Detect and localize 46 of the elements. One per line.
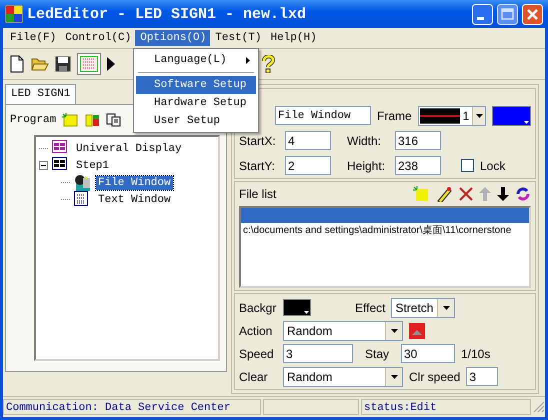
stay-label: Stay	[365, 346, 390, 360]
action-label: Action	[239, 324, 274, 338]
tree-item[interactable]: Text Window	[96, 192, 173, 206]
menu-item[interactable]: Help(H)	[265, 30, 321, 46]
tree-item[interactable]: Univeral Display	[74, 142, 184, 156]
name-field[interactable]: File Window	[275, 106, 371, 125]
starty-label: StartY:	[239, 158, 276, 172]
frame-label: Frame	[377, 108, 412, 122]
stay-field[interactable]: 30	[401, 344, 455, 363]
height-label: Height:	[347, 158, 386, 172]
width-label: Width:	[347, 134, 382, 148]
unit-label: 1/10s	[461, 346, 490, 360]
file-row[interactable]: c:\documents and settings\administrator\桌面\11\cornerstone	[241, 223, 529, 238]
tree-item[interactable]: Step1	[74, 158, 112, 172]
effect-label: Effect	[355, 300, 386, 314]
lock-label: Lock	[480, 158, 506, 172]
background-label: Backgr	[239, 300, 277, 314]
menu-item[interactable]: Options(O)	[135, 30, 210, 46]
speed-field[interactable]: 3	[283, 344, 353, 363]
tree-item[interactable]: File Window	[96, 176, 173, 190]
menu-item[interactable]: File(F)	[5, 30, 60, 46]
effect-dropdown[interactable]: Stretch	[391, 298, 456, 318]
status-text: status:Edit	[361, 399, 531, 415]
clear-speed-field[interactable]: 3	[466, 367, 498, 386]
clear-dropdown[interactable]: Random	[283, 366, 403, 386]
menu-item[interactable]: Test(T)	[210, 30, 266, 46]
action-dropdown[interactable]: Random	[283, 320, 403, 340]
menu-item[interactable]: User Setup	[136, 112, 256, 130]
status-text: Communication: Data Service Center	[3, 399, 261, 415]
starty-field[interactable]: 2	[285, 156, 331, 175]
startx-label: StartX:	[239, 134, 277, 148]
clear-speed-label: Clr speed	[409, 370, 460, 384]
menu-item[interactable]: Software Setup	[136, 76, 256, 94]
clear-label: Clear	[239, 370, 269, 384]
window-title: LedEditor - LED SIGN1 - new.lxd	[27, 6, 306, 22]
speed-label: Speed	[239, 346, 275, 360]
width-field[interactable]: 316	[395, 131, 441, 150]
program-label: Program	[10, 114, 56, 126]
menu-item[interactable]: Hardware Setup	[136, 94, 256, 112]
tab[interactable]: LED SIGN1	[5, 84, 76, 104]
file-list-label: File list	[239, 187, 276, 201]
menu-item[interactable]: Control(C)	[60, 30, 136, 46]
height-field[interactable]: 238	[395, 156, 441, 175]
startx-field[interactable]: 4	[285, 131, 331, 150]
frame-dropdown[interactable]: 1	[418, 106, 486, 126]
menu-item[interactable]: Language(L)	[136, 51, 256, 69]
